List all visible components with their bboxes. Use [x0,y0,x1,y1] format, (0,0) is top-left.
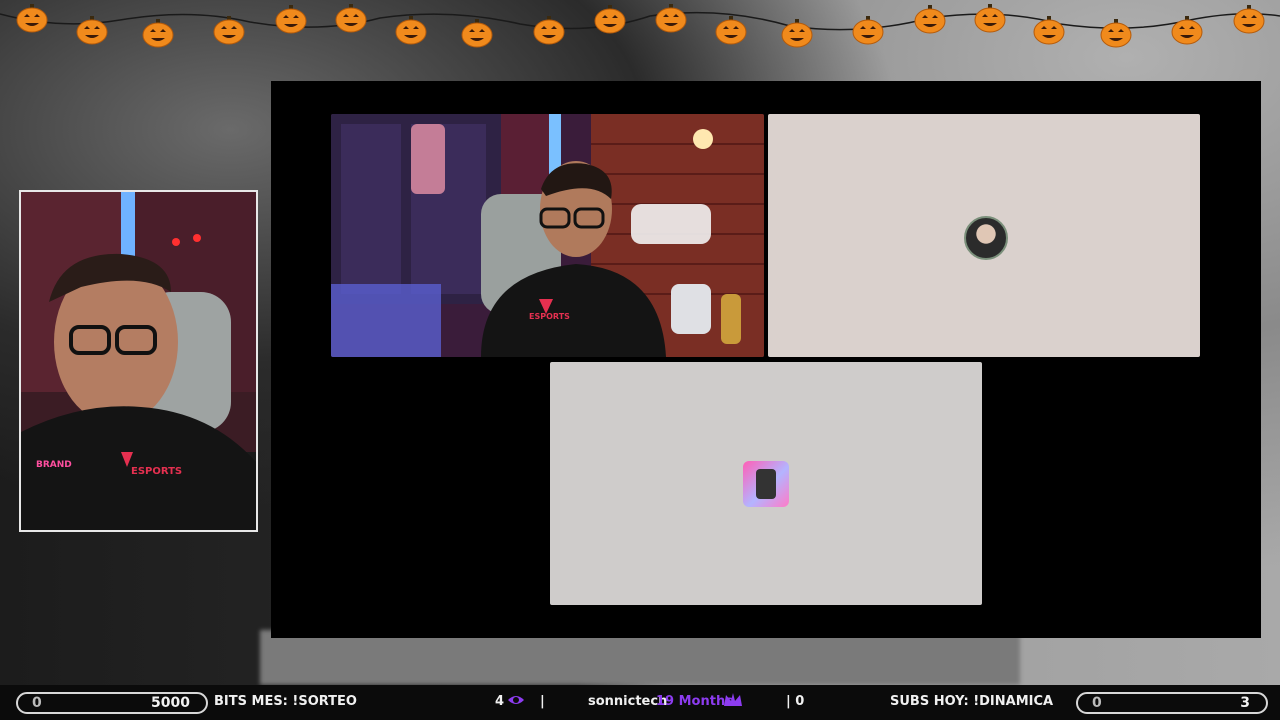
stream-bottom-bar: 0 5000 BITS MES: !SORTEO 4 | sonnictech … [0,685,1280,720]
bits-label: BITS MES: !SORTEO [214,694,357,709]
subs-goal: 3 [1240,695,1250,711]
pumpkin-icon [335,4,367,33]
sub-counter: | 0 [786,694,805,709]
participant-tile-3[interactable] [550,362,982,605]
pumpkin-icon [781,19,813,48]
call-grid-panel: ESPORTS [271,81,1261,638]
crown-icon [722,691,744,715]
pumpkin-icon [1233,5,1265,34]
bits-goal: 5000 [151,695,190,711]
pumpkin-icon [655,4,687,33]
pumpkin-icon [715,16,747,45]
pumpkin-icon [142,19,174,48]
subs-goal-bar: 0 3 [1076,692,1268,714]
participant-tile-camera[interactable]: ESPORTS [331,114,764,357]
eye-icon [507,692,525,714]
streamer-camera-image: ESPORTS [331,114,764,357]
bits-current: 0 [32,695,42,711]
pumpkin-icon [1100,19,1132,48]
pumpkin-icon [461,19,493,48]
pumpkin-icon [395,16,427,45]
pumpkin-icon [974,4,1006,33]
svg-text:ESPORTS: ESPORTS [131,466,182,477]
pumpkin-garland [0,4,1280,48]
streamer-webcam-image: ESPORTS BRAND [21,192,256,530]
svg-text:BRAND: BRAND [36,460,72,470]
participant-avatar [743,460,789,507]
subs-current: 0 [1092,695,1102,711]
pumpkin-icon [852,16,884,45]
bits-goal-bar: 0 5000 [16,692,208,714]
separator: | [540,694,545,709]
pumpkin-icon [76,16,108,45]
pumpkin-icon [16,4,48,33]
pumpkin-icon [914,5,946,34]
subs-label: SUBS HOY: !DINAMICA [890,694,1054,709]
pumpkin-icon [1033,16,1065,45]
side-webcam: ESPORTS BRAND [19,190,258,532]
svg-text:ESPORTS: ESPORTS [529,312,570,321]
participant-tile-2[interactable] [768,114,1200,357]
pumpkin-icon [533,16,565,45]
viewer-count: 4 [495,694,505,709]
pumpkin-icon [1171,16,1203,45]
participant-avatar [964,215,1008,260]
background-floor [260,630,1020,685]
pumpkin-icon [275,5,307,34]
pumpkin-icon [594,5,626,34]
